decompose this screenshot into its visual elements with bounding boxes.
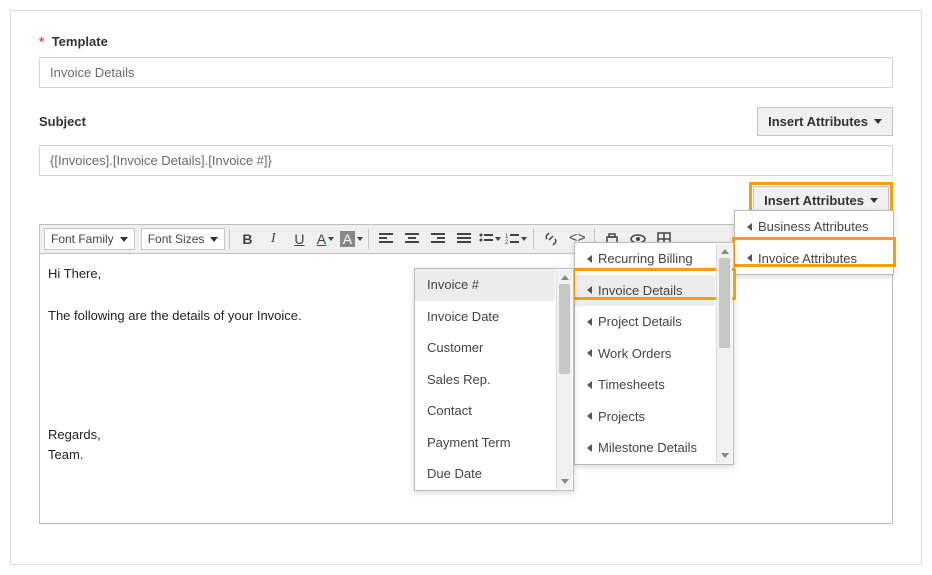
align-left-button[interactable] <box>373 227 399 251</box>
menu-item-label: Project Details <box>598 312 682 332</box>
menu-item-label: Invoice Details <box>598 281 683 301</box>
required-asterisk: * <box>39 34 44 49</box>
subject-input[interactable] <box>39 145 893 176</box>
editor-body[interactable]: Hi There, The following are the details … <box>39 254 893 524</box>
scrollbar[interactable] <box>556 270 572 489</box>
insert-attributes-subject-button[interactable]: Insert Attributes <box>757 107 893 136</box>
caret-down-icon <box>870 198 878 203</box>
bold-button[interactable]: B <box>234 227 260 251</box>
font-sizes-dropdown[interactable]: Font Sizes <box>141 228 226 250</box>
menu-item-label: Projects <box>598 407 645 427</box>
menu-item-label: Due Date <box>427 464 482 484</box>
scroll-thumb[interactable] <box>719 258 730 348</box>
menu-item[interactable]: Milestone Details <box>575 432 715 464</box>
scroll-up-icon[interactable] <box>557 270 572 284</box>
separator <box>368 229 369 249</box>
menu-item-label: Invoice Attributes <box>758 249 857 269</box>
menu-item-label: Customer <box>427 338 483 358</box>
menu-item[interactable]: Business Attributes <box>735 211 893 243</box>
font-sizes-label: Font Sizes <box>148 232 205 246</box>
scroll-thumb[interactable] <box>559 284 570 374</box>
align-justify-button[interactable] <box>451 227 477 251</box>
font-family-dropdown[interactable]: Font Family <box>44 228 135 250</box>
separator <box>533 229 534 249</box>
menu-item[interactable]: Invoice # <box>415 269 555 301</box>
attributes-menu-level2: Recurring Billing Invoice Details Project … <box>574 242 734 465</box>
scrollbar[interactable] <box>716 244 732 463</box>
numbered-list-button[interactable]: 12 <box>503 227 529 251</box>
bullet-list-button[interactable] <box>477 227 503 251</box>
menu-item-label: Invoice # <box>427 275 479 295</box>
menu-item-label: Business Attributes <box>758 217 869 237</box>
menu-item-label: Payment Term <box>427 433 511 453</box>
align-center-button[interactable] <box>399 227 425 251</box>
scroll-down-icon[interactable] <box>557 475 572 489</box>
menu-item[interactable]: Contact <box>415 395 555 427</box>
template-label: * Template <box>39 34 893 49</box>
menu-item-label: Timesheets <box>598 375 665 395</box>
scroll-up-icon[interactable] <box>717 244 732 258</box>
menu-item[interactable]: Invoice Details <box>575 275 715 307</box>
align-right-button[interactable] <box>425 227 451 251</box>
attributes-menu-level3: Invoice # Invoice Date Customer Sales Rep. C… <box>414 268 574 491</box>
menu-item[interactable]: Due Date <box>415 458 555 490</box>
italic-button[interactable]: I <box>260 227 286 251</box>
editor-wrap: Insert Attributes Font Family Font Sizes… <box>39 224 893 524</box>
svg-text:2: 2 <box>505 240 509 245</box>
font-family-label: Font Family <box>51 232 114 246</box>
menu-item[interactable]: Timesheets <box>575 369 715 401</box>
menu-item-label: Invoice Date <box>427 307 499 327</box>
underline-button[interactable]: U <box>286 227 312 251</box>
insert-attributes-body-label: Insert Attributes <box>764 193 864 208</box>
menu-item[interactable]: Invoice Date <box>415 301 555 333</box>
text-color-button[interactable]: A <box>312 227 338 251</box>
background-color-button[interactable]: A <box>338 227 364 251</box>
menu-item-label: Recurring Billing <box>598 249 693 269</box>
subject-label-text: Subject <box>39 114 86 129</box>
menu-item[interactable]: Project Details <box>575 306 715 338</box>
template-input[interactable] <box>39 57 893 88</box>
menu-item[interactable]: Invoice Attributes <box>735 243 893 275</box>
menu-item[interactable]: Work Orders <box>575 338 715 370</box>
form-panel: * Template Subject Insert Attributes Ins… <box>10 10 922 565</box>
menu-item[interactable]: Projects <box>575 401 715 433</box>
menu-item[interactable]: Recurring Billing <box>575 243 715 275</box>
menu-item[interactable]: Payment Term <box>415 427 555 459</box>
menu-item-label: Contact <box>427 401 472 421</box>
caret-down-icon <box>120 237 128 242</box>
subject-label: Subject <box>39 114 86 129</box>
insert-attributes-subject-label: Insert Attributes <box>768 114 868 129</box>
template-label-text: Template <box>52 34 108 49</box>
menu-item-label: Work Orders <box>598 344 671 364</box>
separator <box>229 229 230 249</box>
menu-item-label: Sales Rep. <box>427 370 491 390</box>
caret-down-icon <box>874 119 882 124</box>
menu-item[interactable]: Sales Rep. <box>415 364 555 396</box>
link-button[interactable] <box>538 227 564 251</box>
attributes-menu-level1: Business Attributes Invoice Attributes <box>734 210 894 275</box>
caret-down-icon <box>210 237 218 242</box>
menu-item[interactable]: Customer <box>415 332 555 364</box>
menu-item-label: Milestone Details <box>598 438 697 458</box>
scroll-down-icon[interactable] <box>717 449 732 463</box>
